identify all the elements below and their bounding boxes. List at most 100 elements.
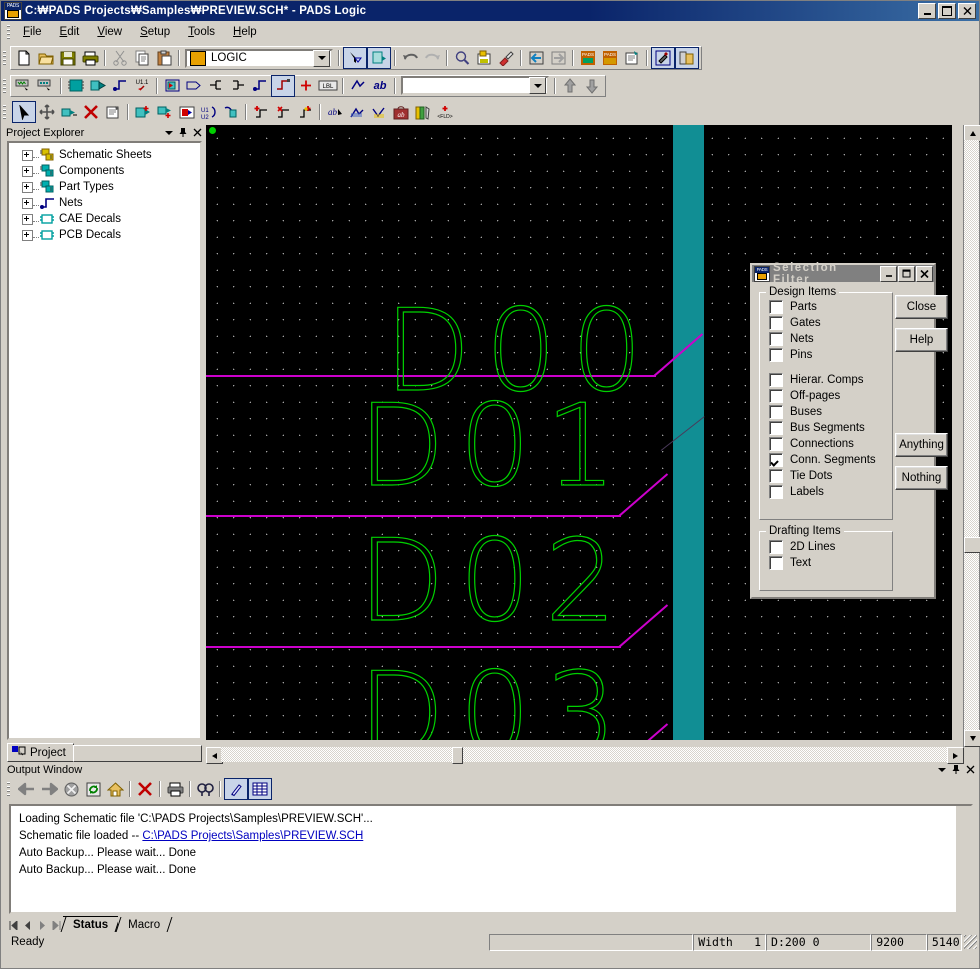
net-label-d01[interactable]: D01 — [357, 389, 631, 503]
copy-icon[interactable] — [131, 48, 153, 68]
bus-bar[interactable] — [673, 125, 704, 740]
filter-row-parts[interactable]: Parts — [760, 299, 892, 315]
add-connection-segment-icon[interactable] — [249, 76, 271, 96]
library-icon[interactable] — [621, 48, 643, 68]
close-icon[interactable] — [963, 763, 977, 776]
edit-text-icon[interactable] — [368, 102, 390, 122]
menu-setup[interactable]: Setup — [131, 24, 179, 40]
project-explorer-tree[interactable]: Schematic Sheets Components Part Types N… — [7, 141, 202, 740]
anything-button[interactable]: Anything — [895, 433, 948, 457]
select-net-icon[interactable] — [13, 76, 35, 96]
hscroll-thumb[interactable] — [452, 747, 463, 764]
checkbox-buses[interactable] — [769, 405, 783, 419]
expand-icon[interactable] — [22, 229, 33, 241]
log-file-link[interactable]: C:\PADS Projects\Samples\PREVIEW.SCH — [142, 830, 363, 842]
forward-icon[interactable] — [38, 779, 60, 799]
canvas-horizontal-scrollbar[interactable] — [206, 747, 964, 764]
maximize-button[interactable] — [938, 3, 956, 19]
add-part-edit-icon[interactable] — [132, 102, 154, 122]
project-explorer-icon[interactable] — [675, 47, 699, 69]
selection-filter-icon[interactable] — [343, 47, 367, 69]
tree-node-cae-decals[interactable]: CAE Decals — [9, 211, 200, 227]
pads-layout-icon[interactable]: PADS — [577, 48, 599, 68]
expand-icon[interactable] — [22, 165, 33, 177]
delete-icon[interactable] — [80, 102, 102, 122]
tree-node-part-types[interactable]: Part Types — [9, 179, 200, 195]
minimize-button[interactable] — [918, 3, 936, 19]
forward-transfer-icon[interactable] — [547, 48, 569, 68]
grid-view-icon[interactable] — [248, 778, 272, 800]
hscroll-track[interactable] — [221, 747, 949, 762]
selection-filter-dialog[interactable]: Selection Filter Design Items Parts Gate… — [750, 262, 948, 599]
tab-macro[interactable]: Macro — [118, 917, 171, 932]
checkbox-labels[interactable] — [769, 485, 783, 499]
checkbox-conn-segments[interactable] — [769, 453, 783, 467]
paste-icon[interactable] — [153, 48, 175, 68]
expand-icon[interactable] — [22, 197, 33, 209]
filter-row-tie-dots[interactable]: Tie Dots — [760, 468, 892, 484]
add-segment-icon[interactable] — [250, 102, 272, 122]
menu-tools[interactable]: Tools — [179, 24, 224, 40]
canvas-vertical-scrollbar[interactable] — [963, 125, 980, 747]
tree-node-pcb-decals[interactable]: PCB Decals — [9, 227, 200, 243]
properties-icon[interactable] — [102, 102, 124, 122]
chevron-down-icon[interactable] — [162, 126, 176, 139]
back-transfer-icon[interactable] — [525, 48, 547, 68]
scroll-right-button[interactable] — [947, 747, 964, 764]
swap-refdes-icon[interactable]: U1 U2 — [198, 102, 220, 122]
chevron-down-icon[interactable] — [313, 49, 330, 67]
add-net-icon[interactable] — [109, 76, 131, 96]
save-file-icon[interactable] — [57, 48, 79, 68]
checkbox-pins[interactable] — [769, 348, 783, 362]
design-name-combo[interactable]: LOGIC — [185, 48, 333, 68]
tree-node-nets[interactable]: Nets — [9, 195, 200, 211]
cut-icon[interactable] — [109, 48, 131, 68]
home-icon[interactable] — [104, 779, 126, 799]
back-icon[interactable] — [16, 779, 38, 799]
rotate-icon[interactable] — [58, 102, 80, 122]
edit-icon[interactable] — [224, 778, 248, 800]
checkbox-bus-segments[interactable] — [769, 421, 783, 435]
first-icon[interactable] — [7, 918, 21, 932]
checkbox-tie-dots[interactable] — [769, 469, 783, 483]
add-bus-icon[interactable] — [205, 76, 227, 96]
checkbox-connections[interactable] — [769, 437, 783, 451]
find-icon[interactable] — [194, 779, 216, 799]
redraw-icon[interactable] — [495, 48, 517, 68]
add-text-icon[interactable]: ab — [369, 76, 391, 96]
close-button[interactable] — [958, 3, 976, 19]
output-toolbar-grip[interactable] — [7, 782, 10, 796]
select-anything-icon[interactable] — [35, 76, 57, 96]
next-icon[interactable] — [35, 918, 49, 932]
selection-filter-titlebar[interactable]: Selection Filter — [752, 262, 934, 286]
attributes-icon[interactable]: ab — [390, 102, 412, 122]
checkbox-nets[interactable] — [769, 332, 783, 346]
nothing-button[interactable]: Nothing — [895, 466, 948, 490]
pin-icon[interactable] — [949, 763, 963, 776]
clear-icon[interactable] — [134, 779, 156, 799]
pads-router-icon[interactable]: PADS — [599, 48, 621, 68]
add-2d-line-icon[interactable] — [347, 76, 369, 96]
resize-grip-icon[interactable] — [963, 935, 977, 949]
add-tiedot-icon[interactable] — [294, 102, 316, 122]
design-toolbar-icon[interactable] — [651, 47, 675, 69]
new-file-icon[interactable] — [13, 48, 35, 68]
add-field-icon[interactable]: <FLD> — [434, 102, 456, 122]
print-icon[interactable] — [164, 779, 186, 799]
net-label-d03[interactable]: D03 — [357, 657, 631, 740]
net-label-d02[interactable]: D02 — [357, 524, 631, 638]
view-board-icon[interactable] — [473, 48, 495, 68]
filter-row-conn-segments[interactable]: Conn. Segments — [760, 452, 892, 468]
add-hierarchical-comp-icon[interactable] — [161, 76, 183, 96]
filter-row-hierar-comps[interactable]: Hierar. Comps — [760, 372, 892, 388]
checkbox-text[interactable] — [769, 556, 783, 570]
add-connection-icon[interactable] — [87, 76, 109, 96]
filter-row-2d-lines[interactable]: 2D Lines — [760, 539, 892, 555]
edit-label-icon[interactable]: ab — [324, 102, 346, 122]
tab-status[interactable]: Status — [63, 916, 119, 932]
scroll-down-button[interactable] — [964, 730, 980, 747]
select-pointer-icon[interactable] — [12, 101, 36, 123]
maximize-button[interactable] — [898, 265, 915, 282]
toolbar-standard-grip[interactable] — [3, 51, 6, 65]
tab-project[interactable]: Project — [7, 743, 74, 762]
